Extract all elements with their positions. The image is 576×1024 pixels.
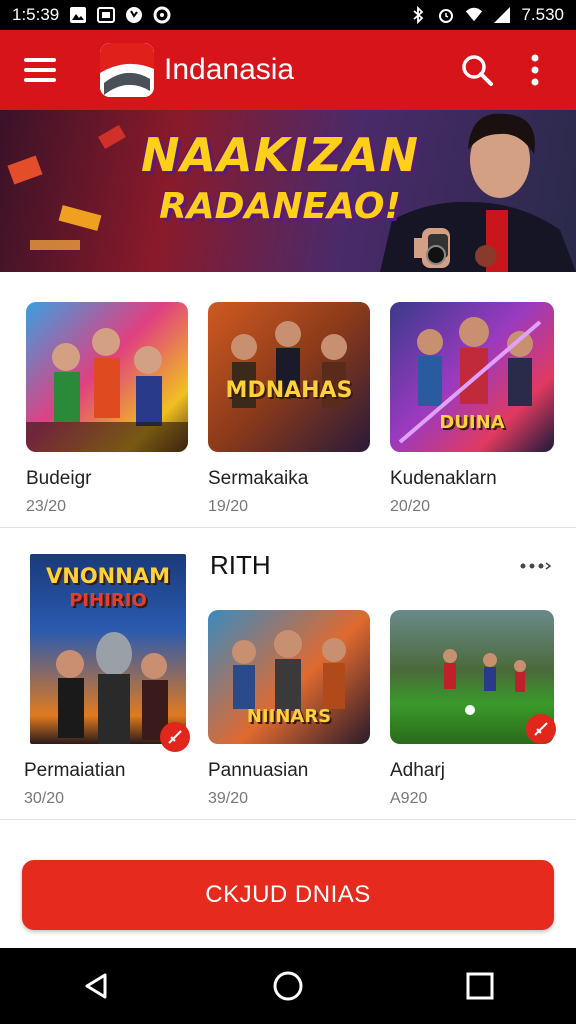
banner-line2: RADANEAO! [159,186,401,227]
thumbnail-art [231,321,347,408]
item-title: Pannuasian [208,760,309,781]
back-button[interactable] [71,961,121,1011]
system-nav-bar [0,948,576,1024]
item-title: Budeigr [26,468,92,489]
banner-line1: NAAKIZAN [141,128,419,182]
app-title: Indanasia [164,53,295,86]
wifi-icon [465,6,483,24]
item-title: Permaiatian [24,760,126,781]
item-subtitle: 20/20 [390,498,431,515]
content-section-2: RITH VNONNAM PIHIRIO Permaiatian 30/20 N… [0,528,576,820]
item-subtitle: A920 [390,790,428,807]
item-thumbnail: DUINA [390,302,554,452]
back-icon [85,973,107,999]
item-subtitle: 23/20 [26,498,67,515]
hero-banner[interactable]: NAAKIZAN RADANEAO! [0,110,576,272]
item-thumbnail: MDNAHAS [208,302,370,452]
list-item[interactable]: NIINARS Pannuasian 39/20 [192,528,384,820]
item-thumbnail [26,302,188,452]
status-left: 1:5:39 [12,5,171,25]
recents-button[interactable] [455,961,505,1011]
home-button[interactable] [263,961,313,1011]
overflow-menu-button[interactable] [512,47,558,93]
sword-icon [168,730,182,744]
item-title: Kudenaklarn [390,468,497,489]
recents-icon [466,972,494,1000]
thumbnail-text: PIHIRIO [69,590,147,611]
thumbnail-text: NIINARS [246,706,332,727]
item-thumbnail: VNONNAM PIHIRIO [30,554,186,744]
sword-icon [534,722,548,736]
status-bar: 1:5:39 7.530 [0,0,576,30]
banner-headline: NAAKIZAN RADANEAO! [140,128,420,227]
search-icon [462,55,493,86]
alarm-icon [437,6,455,24]
menu-icon [24,58,56,82]
thumbnail-text: DUINA [439,412,505,433]
item-badge [160,722,190,752]
status-time: 1:5:39 [12,5,60,24]
item-badge [526,714,556,744]
item-title: Adharj [390,760,445,781]
thumbnail-text: MDNAHAS [225,378,353,403]
more-vert-icon [531,54,539,86]
list-item[interactable]: Adharj A920 [384,528,576,820]
bluetooth-icon [409,6,427,24]
content-section-1: Budeigr 23/20 MDNAHAS Sermakaika 19/20 D… [0,272,576,528]
home-icon [273,971,303,1001]
item-subtitle: 39/20 [208,790,249,807]
list-item[interactable]: MDNAHAS Sermakaika 19/20 [192,272,384,528]
app-bar: Indanasia [0,30,576,110]
search-button[interactable] [454,47,500,93]
item-subtitle: 19/20 [208,498,249,515]
image-icon [69,6,87,24]
whatsapp-icon [125,6,143,24]
item-thumbnail: NIINARS [208,610,370,744]
app-logo [100,43,154,97]
list-item[interactable]: Budeigr 23/20 [0,272,192,528]
list-item[interactable]: DUINA Kudenaklarn 20/20 [384,272,576,528]
menu-button[interactable] [18,48,62,92]
item-title: Sermakaika [208,468,309,489]
circle-app-icon [153,6,171,24]
status-right: 7.530 [409,5,564,25]
list-item[interactable]: VNONNAM PIHIRIO Permaiatian 30/20 [0,528,192,820]
primary-action-button[interactable]: CKJUD DNIAS [22,860,554,930]
signal-icon [493,6,511,24]
thumbnail-art [26,328,188,452]
item-subtitle: 30/20 [24,790,65,807]
battery-text: 7.530 [521,5,564,24]
thumbnail-text: VNONNAM [46,564,170,588]
tv-icon [97,6,116,24]
